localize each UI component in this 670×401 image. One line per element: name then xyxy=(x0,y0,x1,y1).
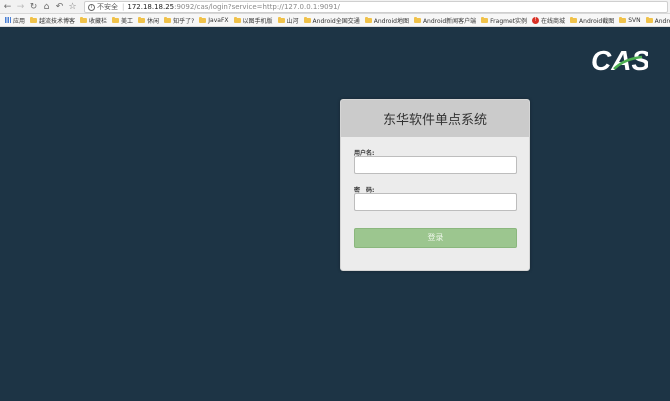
bookmark-item[interactable]: Fragmet实例 xyxy=(481,16,527,25)
bookmark-item[interactable]: 以图手机版 xyxy=(233,16,273,25)
login-panel: 东华软件单点系统 用户名: 密 码: 登录 xyxy=(340,99,530,271)
folder-icon xyxy=(199,16,207,23)
bookmark-label: 越流技术博客 xyxy=(39,17,76,25)
home-icon[interactable]: ⌂ xyxy=(41,1,52,13)
folder-icon xyxy=(364,16,372,23)
reload-icon[interactable]: ↻ xyxy=(28,1,39,13)
bookmark-label: 山河 xyxy=(286,17,299,25)
red-circle-icon: ! xyxy=(532,16,540,24)
bookmark-item[interactable]: 收藏栏 xyxy=(80,16,107,25)
bookmarks-bar: 应用 越流技术博客 收藏栏 美工 休闲 知乎了? JavaFX 以图手机版 山河 Android全… xyxy=(0,14,670,27)
folder-icon xyxy=(481,16,489,23)
login-button[interactable]: 登录 xyxy=(354,228,517,248)
bookmark-item[interactable]: Android地图 xyxy=(364,16,409,25)
address-bar[interactable]: i 不安全 | 172.18.18.25 :9092/cas/login?ser… xyxy=(84,1,668,13)
forward-icon[interactable]: → xyxy=(15,1,26,13)
bookmark-item[interactable]: 山河 xyxy=(277,16,299,25)
bookmark-item[interactable]: 越流技术博客 xyxy=(30,16,75,25)
bookmark-label: Android截图 xyxy=(579,17,615,25)
bookmark-label: 知乎了? xyxy=(173,17,195,25)
bookmark-label: Android新闻客户端 xyxy=(422,17,477,25)
browser-toolbar: ← → ↻ ⌂ ↶ ☆ i 不安全 | 172.18.18.25 :9092/c… xyxy=(0,0,670,14)
bookmark-label: 在线商城 xyxy=(541,17,566,25)
bookmark-label: 收藏栏 xyxy=(89,17,108,25)
bookmark-item[interactable]: Android新闻客户端 xyxy=(413,16,477,25)
password-input[interactable] xyxy=(354,193,517,211)
folder-icon xyxy=(303,16,311,23)
info-icon[interactable]: i xyxy=(88,3,95,11)
bookmark-item[interactable]: Android全国交通 xyxy=(303,16,360,25)
bookmark-label: SVN xyxy=(628,16,641,24)
bookmark-item[interactable]: Android截图 xyxy=(570,16,614,25)
username-input[interactable] xyxy=(354,156,517,174)
folder-icon xyxy=(413,16,421,23)
bookmark-label: Fragmet实例 xyxy=(490,17,528,25)
bookmark-label: 应用 xyxy=(13,17,26,25)
folder-icon xyxy=(277,16,285,23)
url-separator: | xyxy=(122,3,125,11)
bookmark-label: Android地图 xyxy=(373,17,409,25)
bookmark-label: 休闲 xyxy=(147,17,160,25)
bookmark-item[interactable]: 休闲 xyxy=(138,16,159,25)
url-path: :9092/cas/login?service=http://127.0.0.1… xyxy=(174,3,340,11)
cas-logo-text: CAS xyxy=(591,45,648,75)
security-label: 不安全 xyxy=(97,3,118,11)
bookmark-label: 美工 xyxy=(121,17,134,25)
bookmark-item[interactable]: Android购物 xyxy=(645,16,670,25)
folder-icon xyxy=(112,16,120,23)
folder-icon xyxy=(138,16,146,23)
apps-icon xyxy=(5,17,11,23)
folder-icon xyxy=(233,16,241,23)
undo-icon[interactable]: ↶ xyxy=(54,1,65,13)
cas-logo: CAS xyxy=(591,45,648,75)
back-icon[interactable]: ← xyxy=(2,1,13,13)
folder-icon xyxy=(619,16,627,23)
folder-icon xyxy=(645,16,653,23)
login-title: 东华软件单点系统 xyxy=(341,100,529,137)
bookmark-item[interactable]: ! 在线商城 xyxy=(532,16,565,25)
bookmark-item[interactable]: 应用 xyxy=(5,16,25,25)
bookmark-item[interactable]: SVN xyxy=(619,16,641,24)
folder-icon xyxy=(30,16,38,23)
bookmark-label: Android购物 xyxy=(654,17,670,25)
bookmark-label: 以图手机版 xyxy=(242,17,273,25)
bookmark-label: JavaFX xyxy=(208,16,229,24)
bookmark-label: Android全国交通 xyxy=(312,17,360,25)
folder-icon xyxy=(80,16,88,23)
folder-icon xyxy=(164,16,172,23)
bookmark-item[interactable]: 知乎了? xyxy=(164,16,194,25)
folder-icon xyxy=(570,16,578,23)
star-icon[interactable]: ☆ xyxy=(67,1,78,13)
bookmark-item[interactable]: 美工 xyxy=(112,16,133,25)
url-host: 172.18.18.25 xyxy=(127,3,175,11)
bookmark-item[interactable]: JavaFX xyxy=(199,16,229,24)
